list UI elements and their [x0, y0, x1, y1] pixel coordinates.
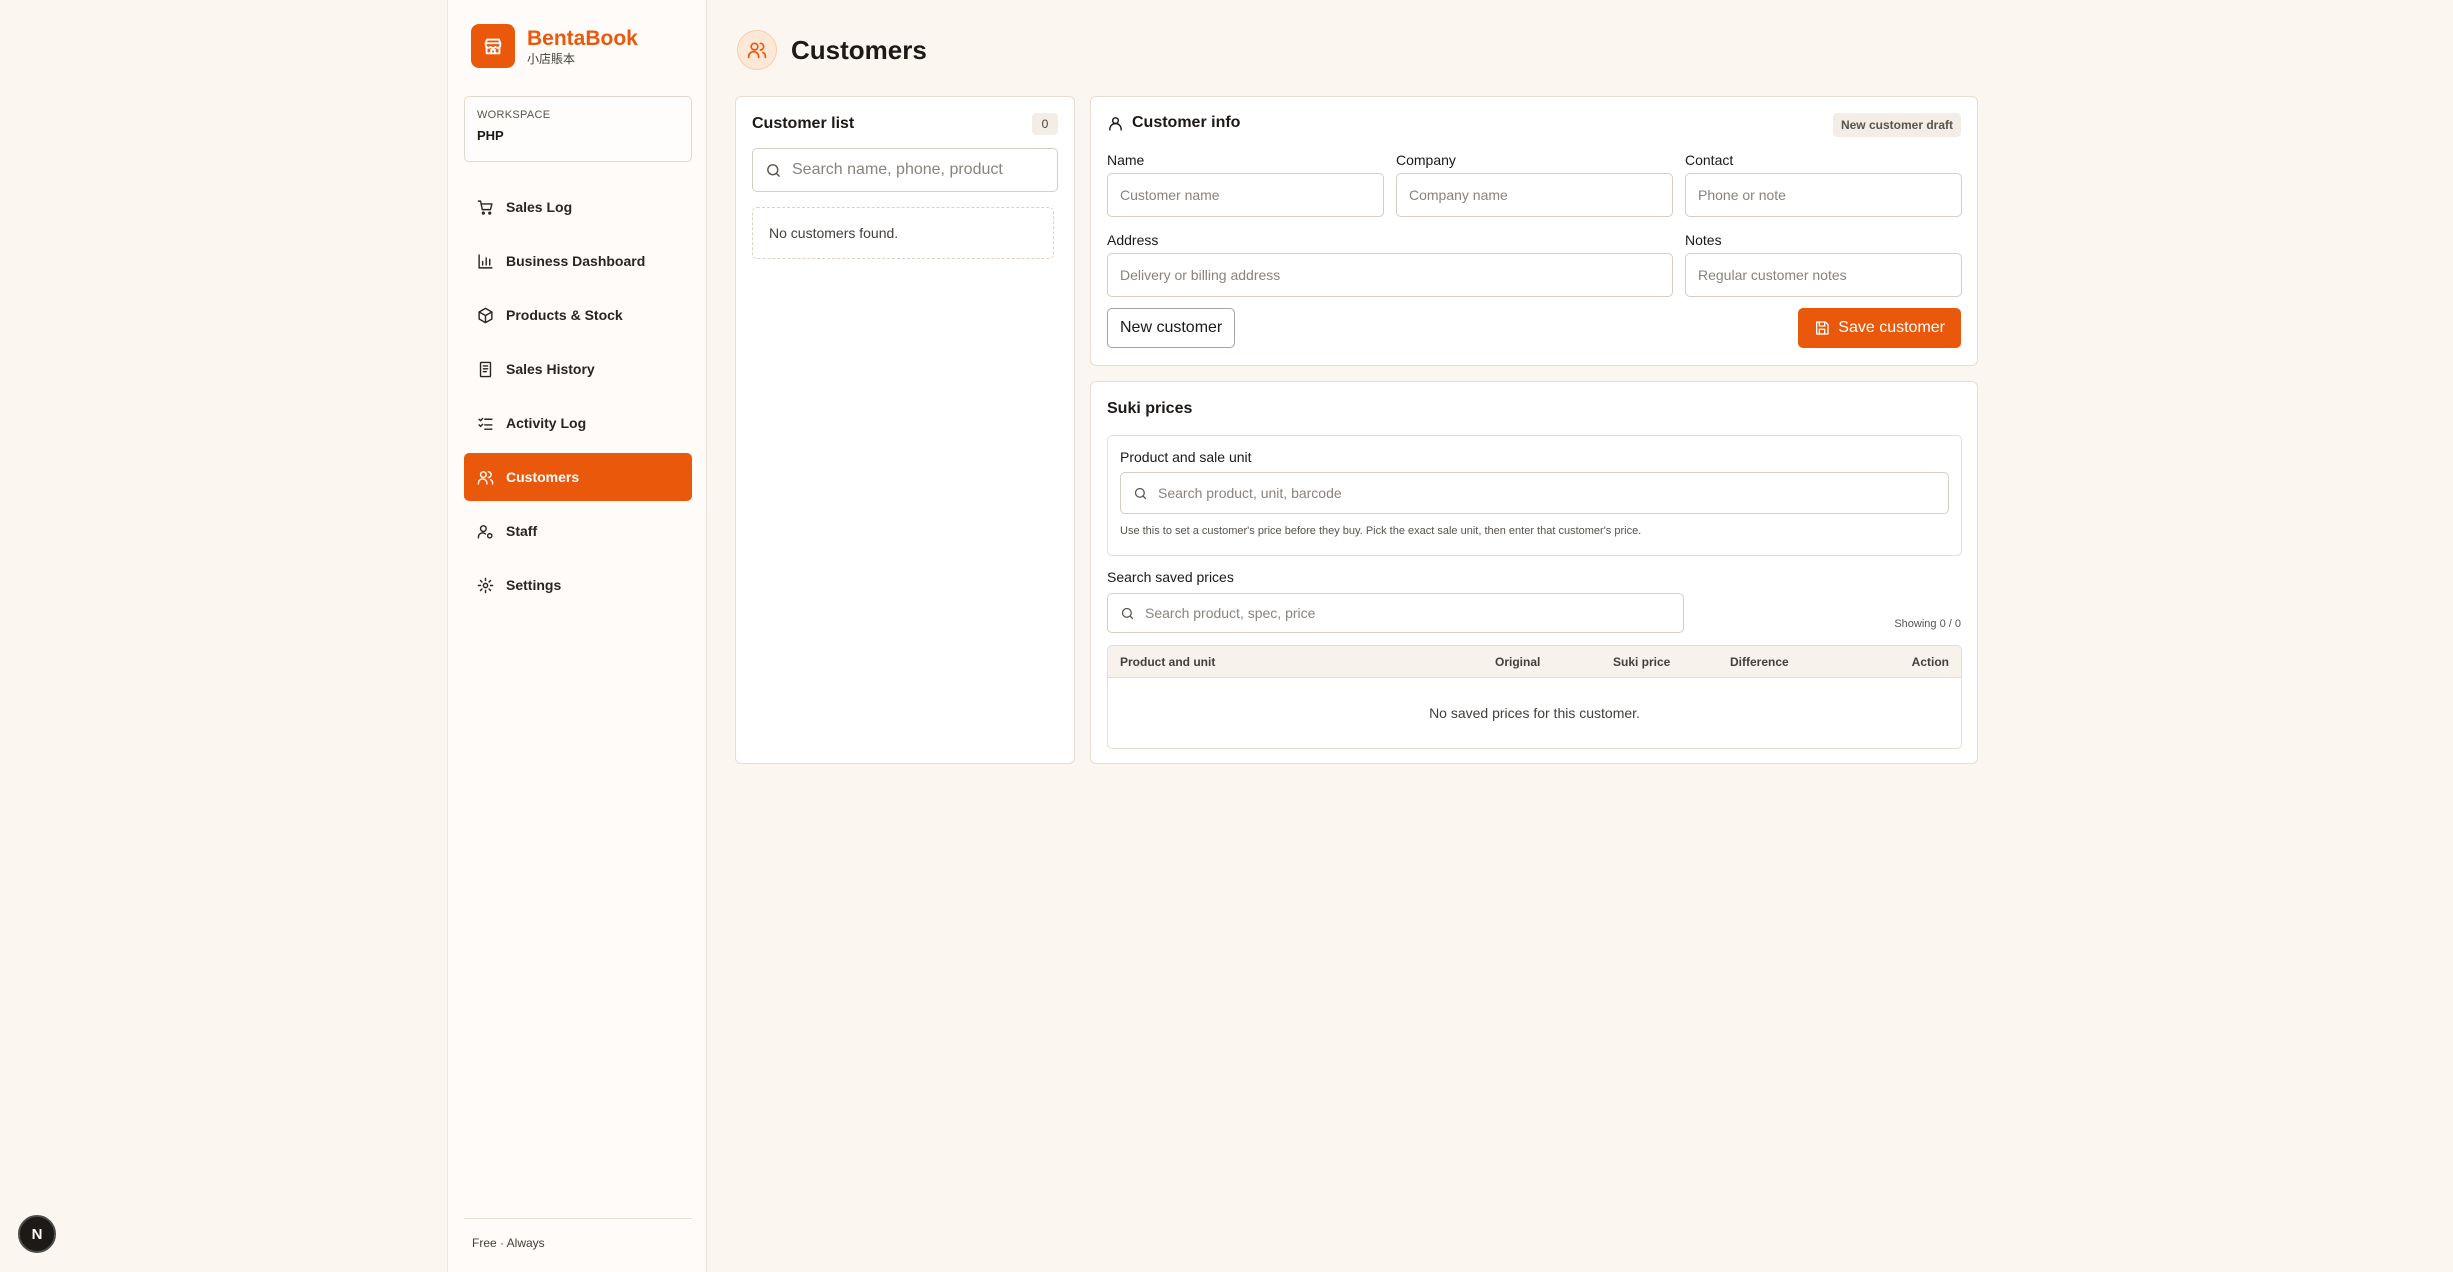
- customer-search-input[interactable]: Search name, phone, product: [752, 148, 1058, 192]
- receipt-icon: [476, 360, 494, 378]
- sidebar-item-settings[interactable]: Settings: [464, 561, 692, 609]
- sidebar-item-activity-log[interactable]: Activity Log: [464, 399, 692, 447]
- page-title: Customers: [791, 34, 927, 65]
- table-empty-message: No saved prices for this customer.: [1429, 705, 1640, 721]
- sidebar-item-customers[interactable]: Customers: [464, 453, 692, 501]
- contact-input[interactable]: [1685, 173, 1962, 217]
- brand-name: BentaBook: [527, 26, 638, 50]
- workspace-label: WORKSPACE: [477, 109, 551, 121]
- save-customer-label: Save customer: [1838, 319, 1945, 336]
- sidebar: BentaBook 小店賬本 WORKSPACE PHP Sales Log B…: [447, 0, 707, 1272]
- product-unit-search-input[interactable]: Search product, unit, barcode: [1120, 472, 1949, 514]
- sidebar-item-label: Settings: [506, 577, 562, 593]
- column-header-suki-price: Suki price: [1613, 655, 1671, 669]
- customer-list-panel: Customer list 0 Search name, phone, prod…: [735, 96, 1075, 764]
- gear-icon: [476, 576, 494, 594]
- status-badge: New customer draft: [1832, 113, 1961, 137]
- page-header: Customers: [737, 30, 927, 70]
- notes-label: Notes: [1685, 232, 1722, 248]
- product-unit-label: Product and sale unit: [1120, 449, 1252, 465]
- column-header-action: Action: [1911, 655, 1949, 669]
- app-root: N BentaBook 小店賬本 WORKSPACE PHP Sales Log…: [0, 0, 2453, 1272]
- address-input[interactable]: [1107, 253, 1673, 297]
- workspace-value: PHP: [477, 128, 504, 143]
- search-icon: [767, 163, 780, 177]
- users-icon: [737, 30, 777, 70]
- cart-icon: [476, 198, 494, 216]
- checklist-icon: [476, 414, 494, 432]
- customer-count-badge: 0: [1032, 113, 1058, 135]
- brand[interactable]: BentaBook 小店賬本: [471, 24, 638, 68]
- customer-list-title: Customer list: [752, 115, 855, 132]
- notes-input[interactable]: [1685, 253, 1962, 297]
- suki-hint-text: Use this to set a customer's price befor…: [1120, 525, 1642, 537]
- name-label: Name: [1107, 152, 1145, 168]
- bar-chart-icon: [476, 252, 494, 270]
- sidebar-item-products-stock[interactable]: Products & Stock: [464, 291, 692, 339]
- product-unit-picker: Product and sale unit Search product, un…: [1107, 435, 1962, 556]
- sidebar-item-label: Customers: [506, 469, 580, 485]
- customer-info-panel: Customer info New customer draft Name Co…: [1090, 96, 1978, 366]
- sidebar-item-staff[interactable]: Staff: [464, 507, 692, 555]
- package-icon: [476, 306, 494, 324]
- customer-info-heading: Customer info: [1107, 114, 1240, 132]
- suki-prices-title: Suki prices: [1107, 400, 1193, 417]
- sidebar-item-label: Sales History: [506, 361, 595, 377]
- company-label: Company: [1396, 152, 1456, 168]
- sidebar-item-label: Business Dashboard: [506, 253, 646, 269]
- sidebar-item-label: Activity Log: [506, 415, 587, 431]
- search-icon: [1134, 487, 1147, 499]
- customer-list-empty: No customers found.: [752, 207, 1054, 259]
- column-header-original: Original: [1495, 655, 1541, 669]
- saved-prices-table: Product and unit Original Suki price Dif…: [1107, 645, 1962, 749]
- brand-subtitle: 小店賬本: [527, 51, 576, 66]
- contact-label: Contact: [1685, 152, 1734, 168]
- table-header: Product and unit Original Suki price Dif…: [1108, 646, 1961, 678]
- user-gear-icon: [476, 522, 494, 540]
- column-header-difference: Difference: [1730, 655, 1789, 669]
- company-name-input[interactable]: [1396, 173, 1673, 217]
- sidebar-item-label: Products & Stock: [506, 307, 623, 323]
- customer-search-placeholder: Search name, phone, product: [792, 161, 1003, 178]
- sidebar-item-sales-history[interactable]: Sales History: [464, 345, 692, 393]
- saved-prices-placeholder: Search product, spec, price: [1145, 605, 1316, 621]
- store-icon: [471, 24, 515, 68]
- address-label: Address: [1107, 232, 1159, 248]
- sidebar-item-business-dashboard[interactable]: Business Dashboard: [464, 237, 692, 285]
- new-customer-button[interactable]: New customer: [1107, 308, 1236, 348]
- workspace-selector[interactable]: WORKSPACE PHP: [464, 96, 692, 162]
- save-icon: [1816, 321, 1829, 335]
- save-customer-button[interactable]: Save customer: [1798, 308, 1961, 348]
- user-icon: [1109, 116, 1122, 131]
- saved-prices-search-input[interactable]: Search product, spec, price: [1107, 593, 1684, 633]
- customer-info-title: Customer info: [1132, 114, 1241, 131]
- product-unit-placeholder: Search product, unit, barcode: [1158, 485, 1342, 501]
- sidebar-item-label: Staff: [506, 523, 538, 539]
- suki-prices-panel: Suki prices Product and sale unit Search…: [1090, 381, 1978, 764]
- sidebar-item-sales-log[interactable]: Sales Log: [464, 183, 692, 231]
- sidebar-footer: Free · Always: [464, 1218, 692, 1250]
- saved-prices-label: Search saved prices: [1107, 569, 1234, 585]
- showing-count: Showing 0 / 0: [1894, 618, 1961, 630]
- search-icon: [1121, 607, 1134, 619]
- sidebar-item-label: Sales Log: [506, 199, 573, 215]
- customer-name-input[interactable]: [1107, 173, 1384, 217]
- users-icon: [476, 468, 494, 486]
- column-header-product: Product and unit: [1120, 655, 1216, 669]
- sidebar-nav: Sales Log Business Dashboard Products & …: [464, 183, 692, 615]
- next-dev-indicator[interactable]: N: [18, 1215, 56, 1253]
